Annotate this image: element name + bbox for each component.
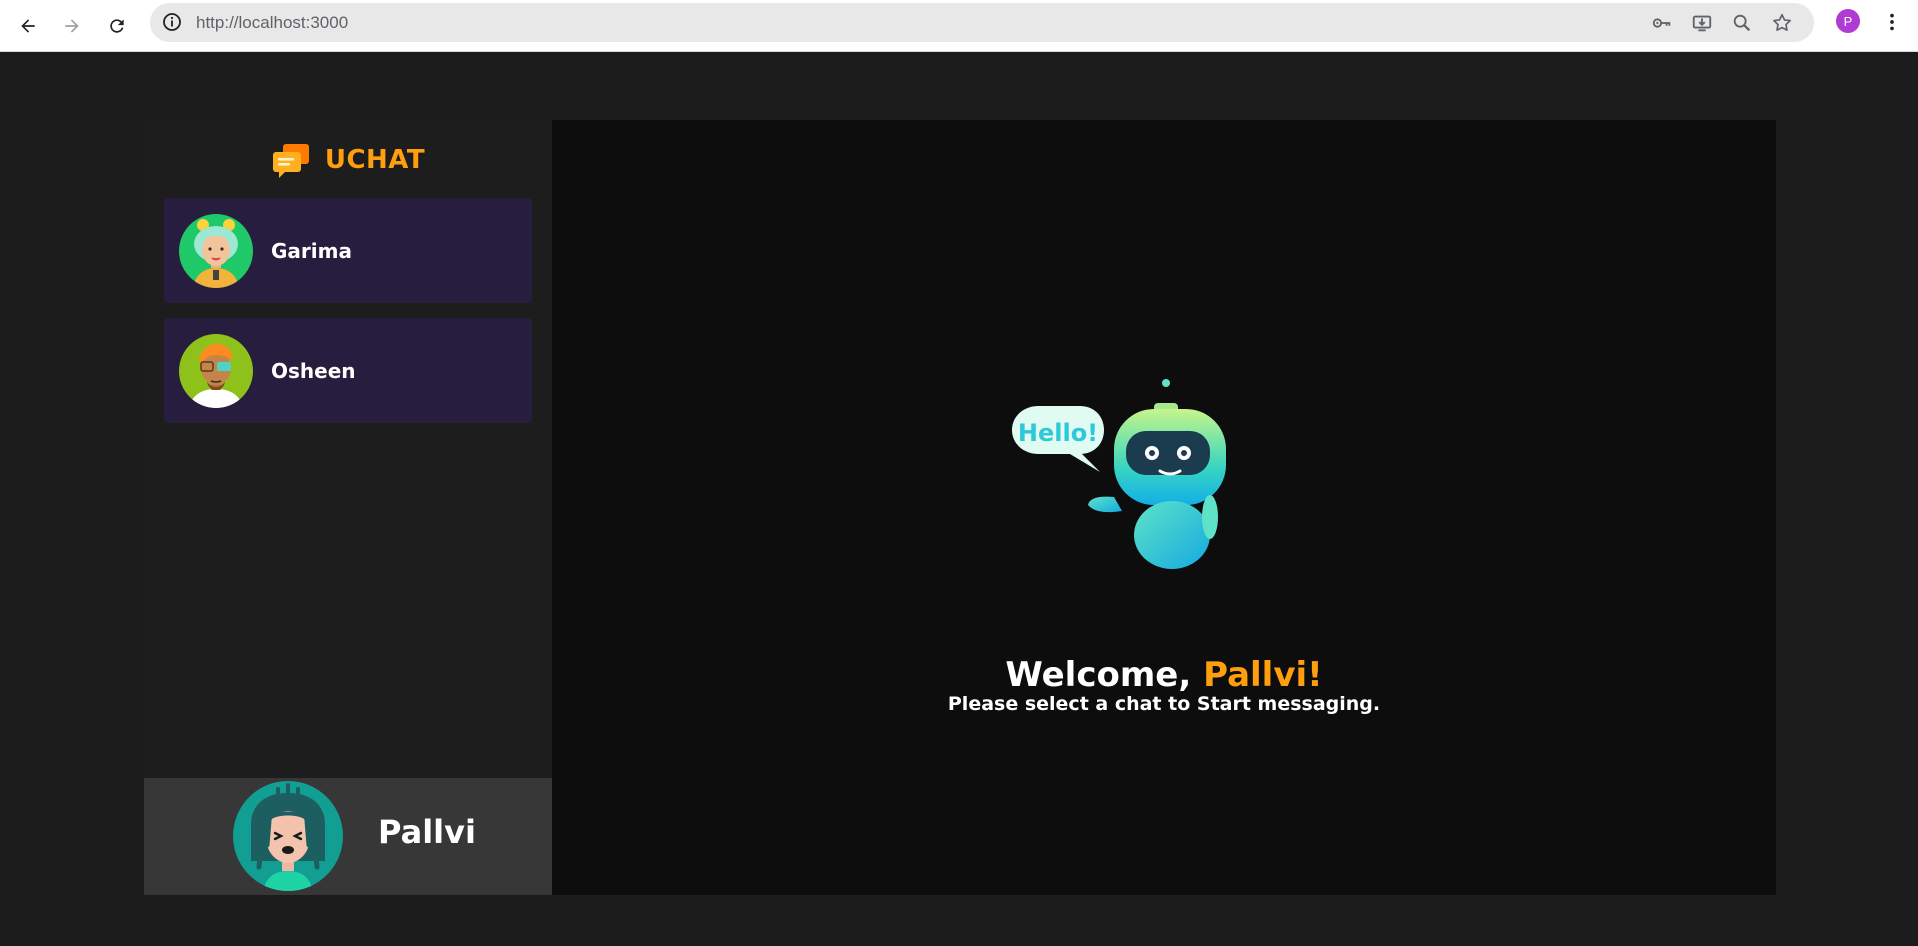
chat-welcome-pane: Hello! Welcome, Pallvi! Please select a … bbox=[552, 120, 1776, 895]
address-bar[interactable]: http://localhost:3000 bbox=[150, 3, 1814, 42]
contact-name: Osheen bbox=[271, 358, 356, 383]
welcome-user-name: Pallvi! bbox=[1203, 655, 1323, 695]
contacts-sidebar: UCHAT Garima Osheen Pallvi bbox=[144, 120, 552, 895]
back-icon bbox=[21, 19, 35, 33]
hello-bubble-text: Hello! bbox=[1018, 419, 1098, 447]
browser-toolbar: http://localhost:3000 P bbox=[0, 0, 1918, 52]
dreadlocks-avatar-icon bbox=[233, 781, 343, 891]
robot-hello-illustration: Hello! bbox=[1012, 379, 1226, 569]
kebab-menu-icon bbox=[1890, 13, 1894, 31]
forward-button[interactable] bbox=[56, 10, 88, 42]
install-app-button[interactable] bbox=[1690, 12, 1714, 34]
back-button[interactable] bbox=[12, 10, 44, 42]
info-icon[interactable] bbox=[162, 12, 182, 32]
chat-app: UCHAT Garima Osheen Pallvi Hello! Welcom… bbox=[144, 120, 1776, 895]
avatar bbox=[179, 213, 253, 288]
zoom-icon bbox=[1733, 14, 1751, 32]
reload-button[interactable] bbox=[101, 10, 133, 42]
brand-title: UCHAT bbox=[324, 145, 426, 175]
chat-logo-icon bbox=[272, 144, 309, 178]
star-icon bbox=[1773, 13, 1791, 31]
current-user-panel: Pallvi bbox=[144, 778, 552, 895]
url-text: http://localhost:3000 bbox=[196, 13, 349, 32]
key-icon bbox=[1652, 18, 1671, 28]
girl-avatar-icon bbox=[179, 213, 253, 288]
boy-avatar-icon bbox=[179, 333, 253, 408]
welcome-subtitle: Please select a chat to Start messaging. bbox=[947, 693, 1381, 715]
install-icon bbox=[1692, 15, 1712, 32]
zoom-button[interactable] bbox=[1730, 12, 1754, 34]
current-user-name: Pallvi bbox=[378, 813, 476, 851]
profile-avatar[interactable]: P bbox=[1836, 9, 1860, 33]
bookmark-button[interactable] bbox=[1770, 12, 1794, 34]
brand: UCHAT bbox=[144, 140, 552, 180]
welcome-heading: Welcome, Pallvi! bbox=[552, 655, 1776, 695]
avatar bbox=[233, 781, 343, 891]
browser-menu-button[interactable] bbox=[1880, 10, 1904, 34]
reload-icon bbox=[110, 19, 124, 33]
contact-item-garima[interactable]: Garima bbox=[164, 198, 532, 303]
contact-name: Garima bbox=[271, 238, 352, 263]
password-key-button[interactable] bbox=[1650, 12, 1674, 34]
contact-item-osheen[interactable]: Osheen bbox=[164, 318, 532, 423]
forward-icon bbox=[65, 19, 79, 33]
welcome-prefix: Welcome, bbox=[1005, 655, 1204, 695]
avatar bbox=[179, 333, 253, 408]
